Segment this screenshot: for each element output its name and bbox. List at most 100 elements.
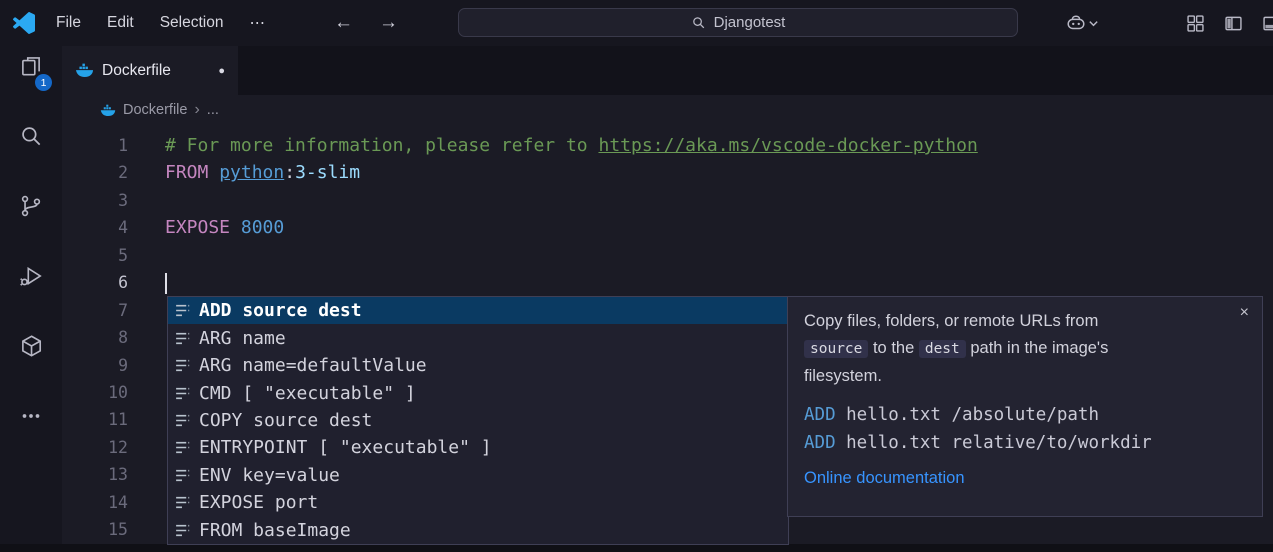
suggest-item[interactable]: ADD source dest [168, 297, 788, 324]
breadcrumb-separator-icon: › [194, 101, 199, 119]
history-nav: ← → [334, 12, 398, 34]
line-number: 2 [62, 159, 128, 186]
line-content [165, 269, 167, 296]
code-example: ADD hello.txt /absolute/path [804, 402, 1246, 430]
docker-whale-icon [75, 63, 94, 78]
explorer-badge: 1 [35, 74, 52, 91]
suggest-item[interactable]: ENV key=value [168, 462, 788, 489]
suggest-item[interactable]: ARG name=defaultValue [168, 352, 788, 379]
copilot-icon [1065, 12, 1087, 34]
line-number: 11 [62, 406, 128, 433]
menu-edit[interactable]: Edit [94, 10, 147, 37]
line-number: 3 [62, 187, 128, 214]
line-content: # For more information, please refer to … [165, 132, 978, 159]
line-number: 14 [62, 489, 128, 516]
ellipsis-icon [18, 403, 44, 429]
menu-file[interactable]: File [43, 10, 94, 37]
code-example: ADD hello.txt relative/to/workdir [804, 430, 1246, 458]
doc-examples: ADD hello.txt /absolute/pathADD hello.tx… [804, 402, 1246, 457]
suggest-item-label: ARG name=defaultValue [199, 355, 427, 376]
suggest-docs-panel: × Copy files, folders, or remote URLs fr… [787, 296, 1263, 517]
tab-bar: Dockerfile ● [62, 46, 1273, 95]
snippet-icon [174, 302, 191, 319]
suggest-item[interactable]: ARG name [168, 324, 788, 351]
docker-icon [18, 333, 44, 359]
line-number: 7 [62, 297, 128, 324]
menu-selection[interactable]: Selection [147, 10, 237, 37]
customize-layout-icon[interactable] [1185, 13, 1206, 34]
git-branch-icon [18, 193, 44, 219]
code-line[interactable]: 1 # For more information, please refer t… [62, 132, 1273, 159]
titlebar: File Edit Selection ⋯ ← → Djangotest [0, 0, 1273, 46]
suggest-item-label: ADD source dest [199, 300, 362, 321]
sidebar-item-search[interactable] [18, 123, 44, 149]
snippet-icon [174, 330, 191, 347]
line-number: 9 [62, 352, 128, 379]
search-icon [691, 15, 706, 30]
inline-code: source [804, 340, 868, 358]
sidebar-item-more-views[interactable] [18, 403, 44, 429]
snippet-icon [174, 439, 191, 456]
snippet-icon [174, 494, 191, 511]
modified-indicator[interactable]: ● [218, 65, 225, 77]
line-number: 6 [62, 269, 128, 296]
suggest-item[interactable]: COPY source dest [168, 407, 788, 434]
doc-description-line: source to the dest path in the image's [804, 335, 1246, 363]
toggle-sidebar-icon[interactable] [1223, 13, 1244, 34]
line-number: 10 [62, 379, 128, 406]
search-value: Djangotest [714, 14, 786, 31]
snippet-icon [174, 467, 191, 484]
text-cursor [165, 273, 167, 294]
sidebar-item-source-control[interactable] [18, 193, 44, 219]
line-content: FROM python:3-slim [165, 159, 360, 186]
suggest-item[interactable]: ENTRYPOINT [ "executable" ] [168, 434, 788, 461]
snippet-icon [174, 385, 191, 402]
code-line[interactable]: 2 FROM python:3-slim [62, 159, 1273, 186]
chevron-down-icon [1088, 18, 1099, 29]
suggest-item-label: COPY source dest [199, 410, 372, 431]
menu-bar: File Edit Selection ⋯ [43, 10, 278, 37]
doc-description-line: Copy files, folders, or remote URLs from [804, 308, 1246, 335]
line-number: 1 [62, 132, 128, 159]
breadcrumb-more[interactable]: ... [207, 102, 219, 118]
breadcrumb: Dockerfile › ... [62, 95, 1273, 125]
sidebar-item-docker[interactable] [18, 333, 44, 359]
code-line[interactable]: 6 [62, 269, 1273, 296]
close-icon[interactable]: × [1240, 305, 1249, 321]
suggest-item[interactable]: CMD [ "executable" ] [168, 379, 788, 406]
suggest-item-label: ENTRYPOINT [ "executable" ] [199, 437, 492, 458]
copilot-button[interactable] [1065, 12, 1099, 34]
menu-more[interactable]: ⋯ [236, 10, 278, 37]
breadcrumb-file[interactable]: Dockerfile [123, 102, 187, 118]
suggest-widget: ADD source dest ARG name ARG name=defaul… [167, 296, 789, 545]
sidebar-item-run-debug[interactable] [18, 263, 44, 289]
line-number: 12 [62, 434, 128, 461]
toggle-panel-icon[interactable] [1261, 13, 1273, 34]
suggest-item-label: FROM baseImage [199, 520, 351, 541]
sidebar-item-explorer[interactable]: 1 [18, 53, 44, 79]
forward-icon[interactable]: → [379, 12, 398, 34]
line-content: EXPOSE 8000 [165, 214, 284, 241]
back-icon[interactable]: ← [334, 12, 353, 34]
line-number: 5 [62, 242, 128, 269]
tab-label: Dockerfile [102, 62, 171, 80]
search-icon [18, 123, 44, 149]
command-center-search[interactable]: Djangotest [458, 8, 1018, 37]
tab-dockerfile[interactable]: Dockerfile ● [62, 46, 238, 95]
suggest-item[interactable]: FROM baseImage [168, 517, 788, 544]
suggest-item-label: ARG name [199, 328, 286, 349]
snippet-icon [174, 412, 191, 429]
inline-code: dest [919, 340, 966, 358]
online-documentation-link[interactable]: Online documentation [804, 469, 965, 488]
suggest-item[interactable]: EXPOSE port [168, 489, 788, 516]
activity-bar: 1 [0, 46, 62, 544]
line-number: 4 [62, 214, 128, 241]
code-line[interactable]: 4 EXPOSE 8000 [62, 214, 1273, 241]
code-line[interactable]: 3 [62, 187, 1273, 214]
run-and-debug-icon [18, 263, 44, 289]
suggest-item-label: CMD [ "executable" ] [199, 383, 416, 404]
code-line[interactable]: 5 [62, 242, 1273, 269]
suggest-item-label: EXPOSE port [199, 492, 318, 513]
titlebar-actions [1065, 0, 1273, 46]
line-number: 13 [62, 461, 128, 488]
